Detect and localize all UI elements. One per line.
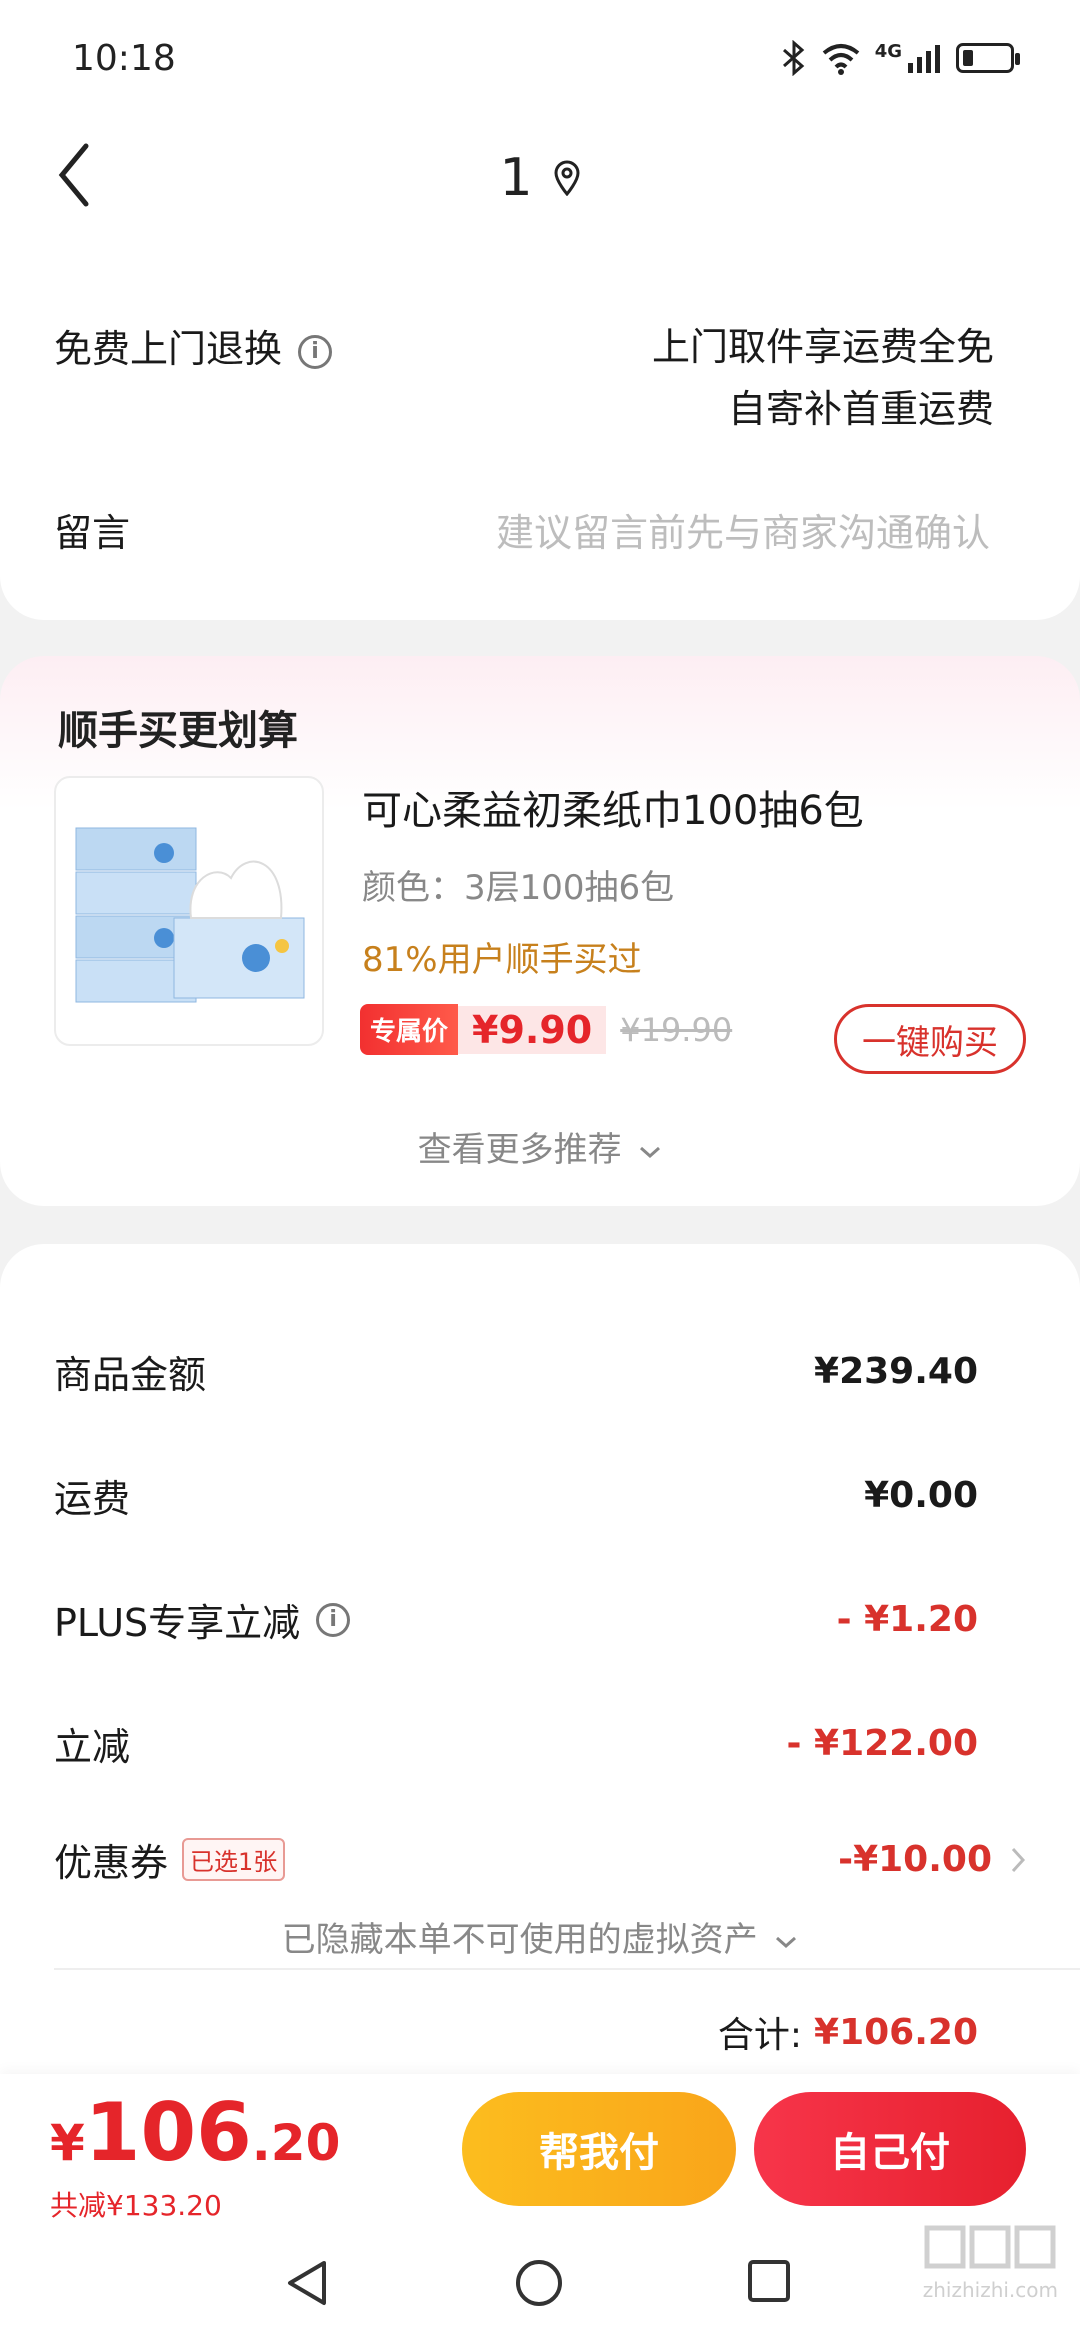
pay-amount-int: 106	[84, 2086, 252, 2179]
hidden-assets-label: 已隐藏本单不可使用的虚拟资产	[281, 1920, 758, 1960]
exclusive-price-tag: 专属价	[360, 1004, 459, 1055]
goods-amount-value: ¥239.40	[814, 1351, 978, 1392]
total-label: 合计:	[717, 2015, 803, 2056]
instant-discount-value: - ¥122.00	[786, 1723, 978, 1764]
divider	[54, 1968, 1080, 1970]
one-click-buy-button[interactable]: 一键购买	[834, 1004, 1026, 1074]
plus-discount-value: - ¥1.20	[836, 1599, 978, 1640]
hidden-assets-link[interactable]: 已隐藏本单不可使用的虚拟资产	[0, 1912, 1080, 1961]
status-bar: 10:18 4G	[0, 0, 1080, 120]
chevron-down-icon	[776, 1936, 797, 1948]
amount-card: 商品金额 ¥239.40 运费 ¥0.00 PLUS专享立减 i - ¥1.20 …	[0, 1244, 1080, 2084]
watermark: zhizhizhi.com	[923, 2224, 1058, 2302]
message-input[interactable]: 建议留言前先与商家沟通确认	[496, 502, 990, 557]
product-spec: 颜色：3层100抽6包	[362, 868, 675, 908]
title-wrap[interactable]: 1	[0, 148, 1080, 208]
nav-recents-icon[interactable]	[746, 2258, 792, 2304]
service-card: 免费上门退换 i 上门取件享运费全免 自寄补首重运费 留言 建议留言前先与商家沟通…	[0, 230, 1080, 620]
plus-discount-label: PLUS专享立减	[54, 1601, 301, 1645]
status-time: 10:18	[72, 38, 176, 79]
plus-discount-row: PLUS专享立减 i - ¥1.20	[54, 1592, 978, 1647]
total-value: ¥106.20	[814, 2011, 978, 2053]
pay-amount-dec: .20	[251, 2114, 341, 2172]
header: 1	[0, 120, 1080, 230]
total-saved: 共减¥133.20	[50, 2189, 222, 2222]
battery-icon	[956, 43, 1020, 73]
shipping-row: 运费 ¥0.00	[54, 1468, 978, 1523]
signal-icon	[908, 45, 940, 73]
bluetooth-icon	[782, 40, 804, 76]
pay-currency: ¥	[50, 2114, 85, 2172]
original-price: ¥19.90	[620, 1010, 733, 1049]
recommend-title: 顺手买更划算	[58, 708, 298, 754]
coupon-value: -¥10.00	[838, 1839, 992, 1880]
self-pay-button[interactable]: 自己付	[754, 2092, 1026, 2206]
page-title: 1	[499, 148, 533, 208]
pay-bar: ¥106.20 共减¥133.20 帮我付 自己付	[0, 2074, 1080, 2224]
social-proof: 81%用户顺手买过	[362, 940, 642, 980]
return-desc-line2: 自寄补首重运费	[727, 387, 994, 431]
return-service-row[interactable]: 免费上门退换 i	[54, 318, 333, 373]
tissue-box-image	[75, 827, 305, 1003]
shipping-label: 运费	[54, 1477, 131, 1521]
info-icon[interactable]: i	[316, 1602, 351, 1637]
product-price: ¥9.90	[472, 1007, 593, 1052]
message-label: 留言	[54, 511, 131, 555]
price-wrap: 专属价 ¥9.90 ¥19.90	[360, 1004, 732, 1055]
total-row: 合计: ¥106.20	[718, 2006, 978, 2058]
instant-discount-row: 立减 - ¥122.00	[54, 1716, 978, 1771]
return-service-desc: 上门取件享运费全免 自寄补首重运费	[652, 316, 994, 440]
coupon-label: 优惠券	[54, 1841, 169, 1885]
chevron-down-icon	[640, 1146, 661, 1158]
info-icon[interactable]: i	[298, 334, 333, 369]
status-icons: 4G	[781, 40, 1020, 76]
return-desc-line1: 上门取件享运费全免	[651, 325, 994, 369]
nav-back-icon[interactable]	[284, 2258, 330, 2308]
system-nav-bar	[0, 2224, 1080, 2340]
coupon-value-wrap: -¥10.00	[838, 1839, 1026, 1880]
help-me-pay-button[interactable]: 帮我付	[462, 2092, 736, 2206]
product-image[interactable]	[54, 776, 324, 1046]
product-name[interactable]: 可心柔益初柔纸巾100抽6包	[362, 778, 864, 836]
nav-home-icon[interactable]	[514, 2258, 564, 2308]
instant-discount-label: 立减	[54, 1725, 131, 1769]
coupon-row[interactable]: 优惠券 已选1张 -¥10.00	[54, 1832, 1026, 1887]
pay-total: ¥106.20	[50, 2086, 340, 2179]
watermark-text: zhizhizhi.com	[922, 2278, 1058, 2302]
chevron-right-icon	[1011, 1847, 1026, 1872]
coupon-label-wrap: 优惠券 已选1张	[54, 1832, 286, 1887]
plus-discount-label-wrap: PLUS专享立减 i	[54, 1592, 351, 1647]
network-type: 4G	[874, 40, 902, 62]
wifi-icon	[822, 44, 859, 75]
recommend-card: 顺手买更划算 可心柔益初柔纸巾100抽6包 颜色：3层100抽6包 81%用户顺…	[0, 656, 1080, 1206]
price-box: ¥9.90	[458, 1005, 607, 1054]
shipping-value: ¥0.00	[864, 1475, 978, 1516]
location-pin-icon	[554, 160, 580, 196]
goods-amount-row: 商品金额 ¥239.40	[54, 1344, 978, 1399]
watermark-logo	[924, 2225, 1056, 2269]
see-more-link[interactable]: 查看更多推荐	[0, 1122, 1080, 1171]
coupon-badge: 已选1张	[182, 1838, 286, 1881]
return-service-label: 免费上门退换	[54, 327, 283, 371]
goods-amount-label: 商品金额	[54, 1353, 207, 1397]
see-more-label: 查看更多推荐	[417, 1130, 622, 1170]
